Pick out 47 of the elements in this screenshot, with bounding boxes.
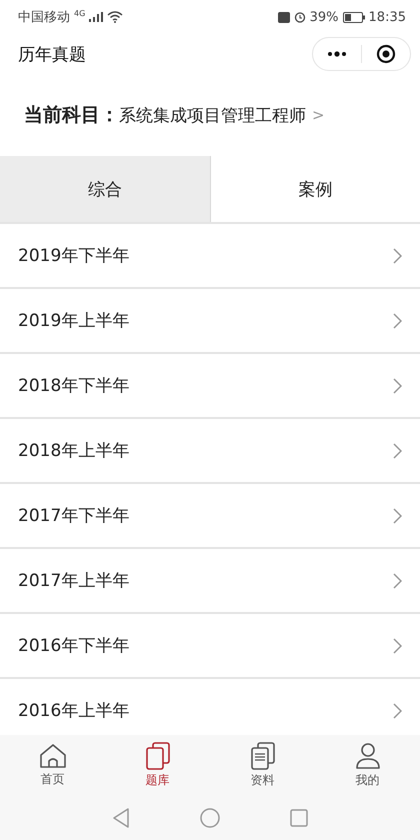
subject-label: 当前科目： (24, 103, 119, 128)
person-icon (354, 742, 380, 770)
chevron-right-icon (393, 442, 402, 458)
battery-percent: 39% (310, 10, 339, 24)
paper-year: 2017年下半年 (18, 505, 130, 527)
chevron-right-icon (393, 508, 402, 524)
paper-row[interactable]: 2016年下半年 (0, 614, 420, 679)
category-tab[interactable]: 综合 (0, 156, 210, 222)
battery-icon (342, 12, 365, 22)
paper-year: 2016年上半年 (18, 700, 130, 722)
paper-row[interactable]: 2018年下半年 (0, 354, 420, 419)
paper-row[interactable]: 2017年上半年 (0, 549, 420, 614)
home-icon (38, 742, 66, 768)
chevron-right-icon (393, 312, 402, 328)
document-icon (250, 742, 276, 770)
paper-row[interactable]: 2018年上半年 (0, 419, 420, 484)
paper-year: 2019年上半年 (18, 310, 130, 332)
clock-time: 18:35 (368, 10, 406, 24)
nav-tab[interactable]: 资料 (210, 735, 315, 795)
carrier-name: 中国移动 (18, 9, 70, 26)
paper-year: 2019年下半年 (18, 245, 130, 267)
chevron-right-icon (393, 248, 402, 264)
subject-name[interactable]: 系统集成项目管理工程师 (119, 104, 306, 126)
page-title: 历年真题 (18, 44, 87, 66)
nav-tab[interactable]: 我的 (315, 735, 420, 795)
more-icon[interactable] (327, 51, 347, 57)
back-icon[interactable] (112, 808, 130, 828)
cards-icon (144, 742, 170, 770)
chevron-right-icon (393, 378, 402, 394)
paper-year: 2016年下半年 (18, 635, 130, 657)
recents-icon[interactable] (290, 808, 308, 826)
alarm-icon (294, 11, 306, 23)
paper-row[interactable]: 2019年上半年 (0, 289, 420, 354)
signal-icon (89, 12, 104, 22)
home-button-icon[interactable] (200, 808, 220, 828)
chevron-right-icon (393, 638, 402, 654)
paper-row[interactable]: 2017年下半年 (0, 484, 420, 549)
network-type: 4G (74, 9, 86, 18)
nav-tab[interactable]: 题库 (105, 735, 210, 795)
chevron-right-icon (393, 702, 402, 718)
paper-year: 2017年上半年 (18, 570, 130, 592)
nav-tab[interactable]: 首页 (0, 735, 105, 795)
paper-year: 2018年下半年 (18, 375, 130, 397)
paper-row[interactable]: 2019年下半年 (0, 224, 420, 289)
wifi-icon (107, 11, 124, 23)
chevron-right-icon (393, 572, 402, 588)
paper-year: 2018年上半年 (18, 440, 130, 462)
